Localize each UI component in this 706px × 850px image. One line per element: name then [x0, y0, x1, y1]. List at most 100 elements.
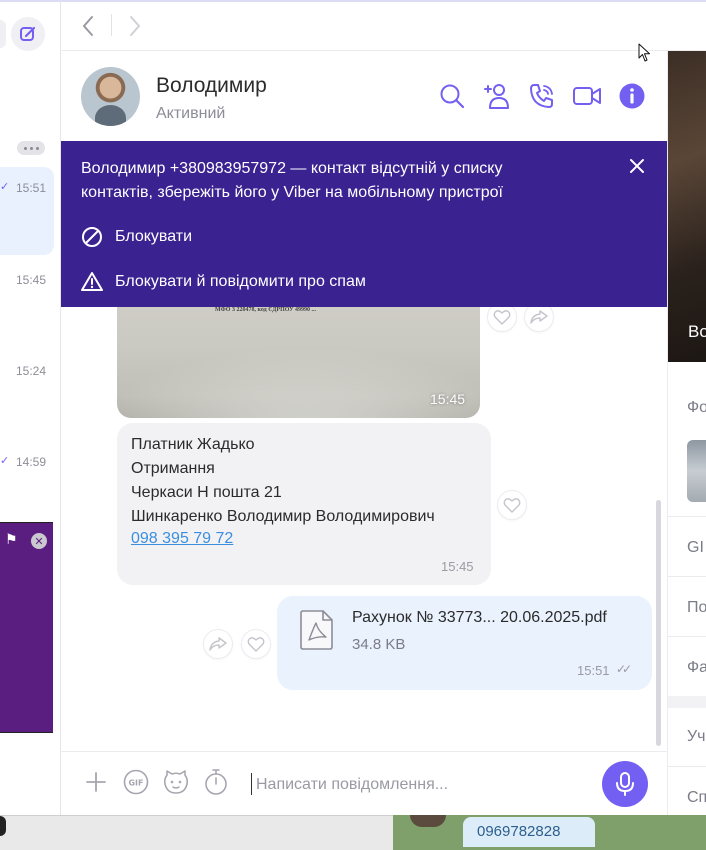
divider	[668, 636, 706, 637]
phone-link[interactable]: 098 395 79 72	[131, 530, 233, 548]
top-divider	[0, 0, 706, 2]
file-size: 34.8 KB	[352, 636, 406, 653]
message-line: Шинкаренко Володимир Володимирович	[131, 508, 435, 525]
chat-list-time: 15:24	[16, 364, 47, 378]
like-button[interactable]	[241, 629, 271, 659]
divider	[668, 516, 706, 517]
background-element	[0, 816, 6, 836]
nav-separator	[111, 14, 112, 36]
message-line: Черкаси Н пошта 21	[131, 484, 282, 501]
more-chats-button[interactable]	[17, 141, 45, 155]
dot	[23, 146, 27, 150]
files-section-row[interactable]: Фа	[687, 659, 706, 677]
chat-info-button[interactable]	[616, 80, 648, 112]
message-time: 15:51	[577, 663, 610, 678]
dot	[35, 146, 39, 150]
share-arrow-icon	[209, 637, 227, 651]
left-edge-button[interactable]	[0, 20, 6, 48]
plus-icon	[86, 772, 106, 792]
heart-icon	[493, 310, 511, 325]
add-user-icon	[484, 84, 509, 109]
compose-icon	[20, 26, 36, 41]
media-thumbnail[interactable]	[687, 440, 706, 502]
chat-list-time: 15:45	[16, 273, 47, 287]
search-icon	[440, 84, 465, 109]
block-label: Блокувати	[115, 228, 193, 245]
new-chat-button[interactable]	[11, 17, 45, 51]
background-phone-number[interactable]: 0969782828	[477, 823, 560, 840]
microphone-icon	[616, 772, 634, 796]
phone-icon	[530, 84, 553, 108]
heart-icon	[503, 498, 521, 513]
message-time: 15:45	[441, 559, 474, 574]
read-check-icon: ✓	[0, 181, 10, 193]
contact-status: Активний	[156, 105, 226, 122]
gif-section-row[interactable]: GI	[687, 539, 704, 557]
double-check-icon: ✓✓	[616, 662, 632, 676]
message-input[interactable]	[256, 774, 586, 796]
timer-button[interactable]	[202, 768, 230, 796]
add-participant-button[interactable]	[481, 80, 513, 112]
sticker-bear-icon	[163, 770, 189, 794]
voice-call-button[interactable]	[526, 80, 558, 112]
heart-icon	[247, 637, 265, 652]
voice-message-button[interactable]	[602, 761, 648, 807]
scrollbar[interactable]	[656, 500, 661, 746]
pdf-file-icon	[300, 610, 333, 650]
photos-section-title[interactable]: Фо	[687, 399, 706, 417]
stopwatch-icon	[205, 769, 227, 795]
chat-list-time: 15:51	[16, 181, 47, 195]
block-and-report-spam-button[interactable]: Блокувати й повідомити про спам	[81, 271, 366, 293]
block-spam-label: Блокувати й повідомити про спам	[115, 273, 366, 290]
chat-list-time: 14:59	[16, 455, 47, 469]
contact-photo-large	[668, 51, 706, 362]
like-button[interactable]	[497, 490, 527, 520]
gif-button[interactable]: GIF	[122, 768, 150, 796]
text-caret	[251, 773, 252, 795]
banner-close-button[interactable]	[626, 155, 648, 177]
flag-icon[interactable]: ⚑	[5, 531, 18, 548]
search-button[interactable]	[436, 80, 468, 112]
viber-window: ✓ 15:51 15:45 15:24 ✓ 14:59 ⚑ ✕ Во Фо GI…	[0, 0, 706, 850]
info-icon	[619, 83, 645, 109]
warning-icon	[81, 272, 103, 291]
banner-message: Володимир +380983957972 — контакт відсут…	[81, 160, 503, 201]
chevron-right-icon	[130, 16, 141, 36]
dot	[29, 146, 33, 150]
message-line: Отримання	[131, 460, 215, 477]
forward-message-button[interactable]	[203, 629, 233, 659]
contact-info-panel: Во Фо GI По Фа Уч Сп	[667, 51, 706, 815]
participants-row[interactable]: Уч	[687, 728, 706, 746]
attach-button[interactable]	[82, 768, 110, 796]
close-icon	[630, 159, 644, 173]
sticker-button[interactable]	[162, 768, 190, 796]
settings-row[interactable]: Сп	[687, 789, 706, 807]
chevron-left-icon	[82, 16, 93, 36]
contact-photo-caption: Во	[688, 322, 706, 341]
top-navigation-bar	[61, 0, 706, 51]
video-call-button[interactable]	[571, 80, 603, 112]
message-line: Платник Жадько	[131, 436, 255, 453]
svg-text:GIF: GIF	[128, 779, 143, 788]
read-check-icon: ✓	[0, 455, 10, 467]
gif-icon: GIF	[123, 769, 149, 795]
links-section-row[interactable]: По	[687, 599, 706, 617]
contact-name[interactable]: Володимир	[156, 74, 267, 98]
forward-button[interactable]	[124, 12, 146, 40]
mouse-cursor-icon	[638, 43, 650, 62]
video-camera-icon	[573, 87, 601, 105]
contact-avatar[interactable]	[81, 67, 140, 126]
block-icon	[82, 227, 102, 247]
message-time: 15:45	[430, 391, 466, 407]
file-name[interactable]: Рахунок № 33773... 20.06.2025.pdf	[352, 609, 607, 627]
ad-close-button[interactable]: ✕	[31, 533, 47, 549]
share-arrow-icon	[530, 310, 548, 324]
divider	[668, 576, 706, 577]
block-button[interactable]: Блокувати	[81, 226, 192, 248]
ad-banner[interactable]	[0, 522, 53, 733]
divider	[668, 766, 706, 767]
back-button[interactable]	[77, 12, 99, 40]
divider	[668, 696, 706, 708]
image-doc-text: МФО 3 220478, код ЄДРПОУ 49990 ...	[215, 307, 316, 313]
image-message[interactable]	[117, 307, 480, 418]
